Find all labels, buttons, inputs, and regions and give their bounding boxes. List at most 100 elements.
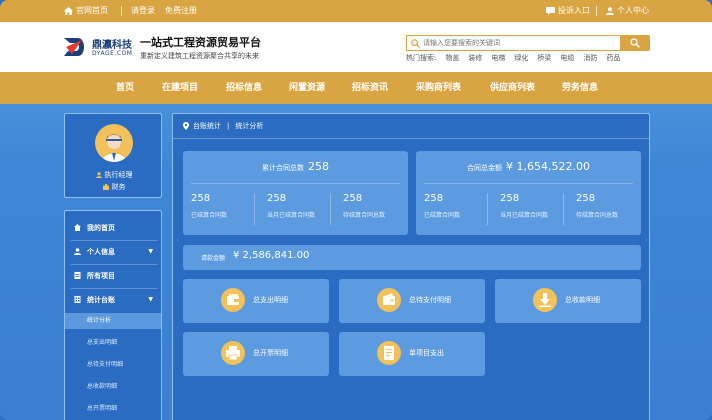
divider: [121, 6, 122, 16]
stat-label: 合同总金额: [467, 164, 502, 172]
hot-keyword[interactable]: 桥梁: [537, 54, 551, 62]
brand-domain: DYAGE.COM: [92, 50, 133, 57]
profile-role: 执行经理: [65, 170, 163, 180]
total-receipts-button[interactable]: 总收款明细: [495, 279, 641, 323]
contracts-stat-card: 累计合同总数 258 258 已结算合同数 258 当月已结算合同数 258 待结…: [183, 151, 408, 235]
divider: [254, 193, 255, 225]
user-icon: [95, 172, 102, 178]
complaint-link[interactable]: 投诉入口: [546, 0, 590, 22]
personal-center-link[interactable]: 个人中心: [606, 0, 649, 22]
nav-suppliers[interactable]: 供应商列表: [490, 72, 535, 104]
hot-search: 热门搜索: 物盖 装修 电梯 绿化 桥梁 电缆 消防 药品: [406, 53, 629, 63]
profile-dept: 财务: [65, 182, 163, 192]
main-nav: 首页 在建项目 招标信息 闲置资源 招标资讯 采购商列表 供应商列表 劳务信息: [0, 72, 712, 104]
nav-purchasers[interactable]: 采购商列表: [416, 72, 461, 104]
search-box: [406, 35, 620, 51]
menu-item-personal[interactable]: 个人信息 ▼: [65, 240, 161, 264]
submenu-item-analysis[interactable]: 统计分析: [65, 313, 161, 329]
avatar: [95, 124, 133, 162]
stat-cell-value: 258: [576, 193, 596, 204]
profile-card: 执行经理 财务: [64, 113, 162, 198]
divider: [487, 193, 488, 225]
nav-bid-news[interactable]: 招标资讯: [352, 72, 388, 104]
stat-cell-value: 258: [500, 193, 520, 204]
nav-labor[interactable]: 劳务信息: [562, 72, 598, 104]
site-header: 鼎瀛科技 DYAGE.COM 一站式工程资源贸易平台 重新定义建筑工程资源聚合共…: [0, 22, 712, 72]
home-icon: [64, 6, 73, 15]
download-icon: [533, 288, 557, 312]
stat-cell: 258 当月已结算合同数: [492, 189, 564, 229]
divider: [173, 138, 649, 139]
stat-cell-label: 已结算合同数: [424, 212, 461, 219]
hot-keyword[interactable]: 消防: [583, 54, 597, 62]
submenu-item-receipts[interactable]: 总收款明细: [65, 379, 161, 395]
menu-item-home[interactable]: 我的首页: [65, 216, 161, 240]
search-icon: [630, 38, 640, 48]
brand-name: 鼎瀛科技: [92, 40, 132, 51]
caret-down-icon: ▼: [148, 248, 153, 255]
divider: [424, 183, 633, 184]
main-panel: 台账统计 | 统计分析 累计合同总数 258 258 已结算合同数 258 当月已结算…: [172, 113, 650, 420]
stat-header: 合同总金额 ¥ 1,654,522.00: [416, 151, 641, 183]
menu-item-ledger[interactable]: 统计台账 ▼: [65, 288, 161, 312]
message-icon: [546, 6, 555, 15]
search-input[interactable]: [423, 36, 613, 50]
payment-amount-bar: 请款金额 ¥ 2,586,841.00: [183, 245, 641, 270]
hot-keyword[interactable]: 电梯: [491, 54, 505, 62]
action-label: 单项目支出: [409, 349, 444, 357]
report-icon: [377, 341, 401, 365]
slogan-title: 一站式工程资源贸易平台: [140, 36, 261, 49]
breadcrumb-current: 统计分析: [235, 122, 264, 130]
breadcrumb-root[interactable]: 台账统计: [193, 122, 221, 130]
hot-keyword[interactable]: 电缆: [560, 54, 574, 62]
home-link[interactable]: 官网首页: [64, 0, 108, 22]
nav-projects[interactable]: 在建项目: [162, 72, 198, 104]
hot-keyword[interactable]: 药品: [606, 54, 620, 62]
action-label: 总收款明细: [565, 296, 600, 304]
sidebar-menu: 我的首页 个人信息 ▼ 所有项目 统计台账 ▼ 统计分析 总支出明细 总待支付明…: [64, 210, 162, 420]
submenu-item-invoices[interactable]: 总开票明细: [65, 401, 161, 417]
submenu-item-expense[interactable]: 总支出明细: [65, 335, 161, 351]
user-icon: [74, 248, 81, 255]
hot-keyword[interactable]: 物盖: [445, 54, 459, 62]
nav-home[interactable]: 首页: [116, 72, 134, 104]
register-link[interactable]: 免费注册: [165, 0, 197, 22]
breadcrumb: 台账统计 | 统计分析: [183, 121, 263, 131]
payment-value: ¥ 2,586,841.00: [233, 250, 310, 261]
brand-logo[interactable]: [62, 36, 88, 58]
divider: [191, 183, 400, 184]
user-icon: [606, 6, 614, 15]
hot-keyword[interactable]: 装修: [468, 54, 482, 62]
stat-cell-value: 258: [267, 193, 287, 204]
stat-cell-label: 待结算合同总数: [343, 212, 386, 219]
stat-cell-label: 已结算合同数: [191, 212, 228, 219]
divider: [596, 6, 597, 16]
search-icon: [411, 39, 420, 48]
briefcase-icon: [102, 184, 109, 190]
purse-icon: [377, 288, 401, 312]
search-button[interactable]: [620, 35, 650, 51]
stat-value: 258: [308, 160, 329, 173]
payment-label: 请款金额: [201, 255, 226, 262]
stat-cell-value: 258: [424, 193, 444, 204]
home-icon: [74, 224, 81, 231]
top-bar: 官网首页 请登录 免费注册 投诉入口 个人中心: [0, 0, 712, 22]
menu-item-projects[interactable]: 所有项目: [65, 264, 161, 288]
stat-cell: 258 待结算合同总数: [568, 189, 640, 229]
nav-idle-resources[interactable]: 闲置资源: [289, 72, 325, 104]
hot-keyword[interactable]: 绿化: [514, 54, 528, 62]
submenu-item-pending[interactable]: 总待支付明细: [65, 357, 161, 373]
total-expense-button[interactable]: 总支出明细: [183, 279, 329, 323]
total-pending-payment-button[interactable]: 总待支付明细: [339, 279, 485, 323]
login-link[interactable]: 请登录: [131, 0, 155, 22]
slogan-subtitle: 重新定义建筑工程资源聚合共享的未来: [140, 52, 259, 60]
nav-bidding[interactable]: 招标信息: [226, 72, 262, 104]
divider: [563, 193, 564, 225]
total-invoice-button[interactable]: 总开票明细: [183, 332, 329, 376]
ledger-icon: [74, 296, 81, 303]
single-project-expense-button[interactable]: 单项目支出: [339, 332, 485, 376]
stat-label: 累计合同总数: [262, 164, 304, 172]
stat-cell-value: 258: [191, 193, 211, 204]
action-label: 总开票明细: [253, 349, 288, 357]
caret-down-icon: ▼: [148, 296, 153, 303]
